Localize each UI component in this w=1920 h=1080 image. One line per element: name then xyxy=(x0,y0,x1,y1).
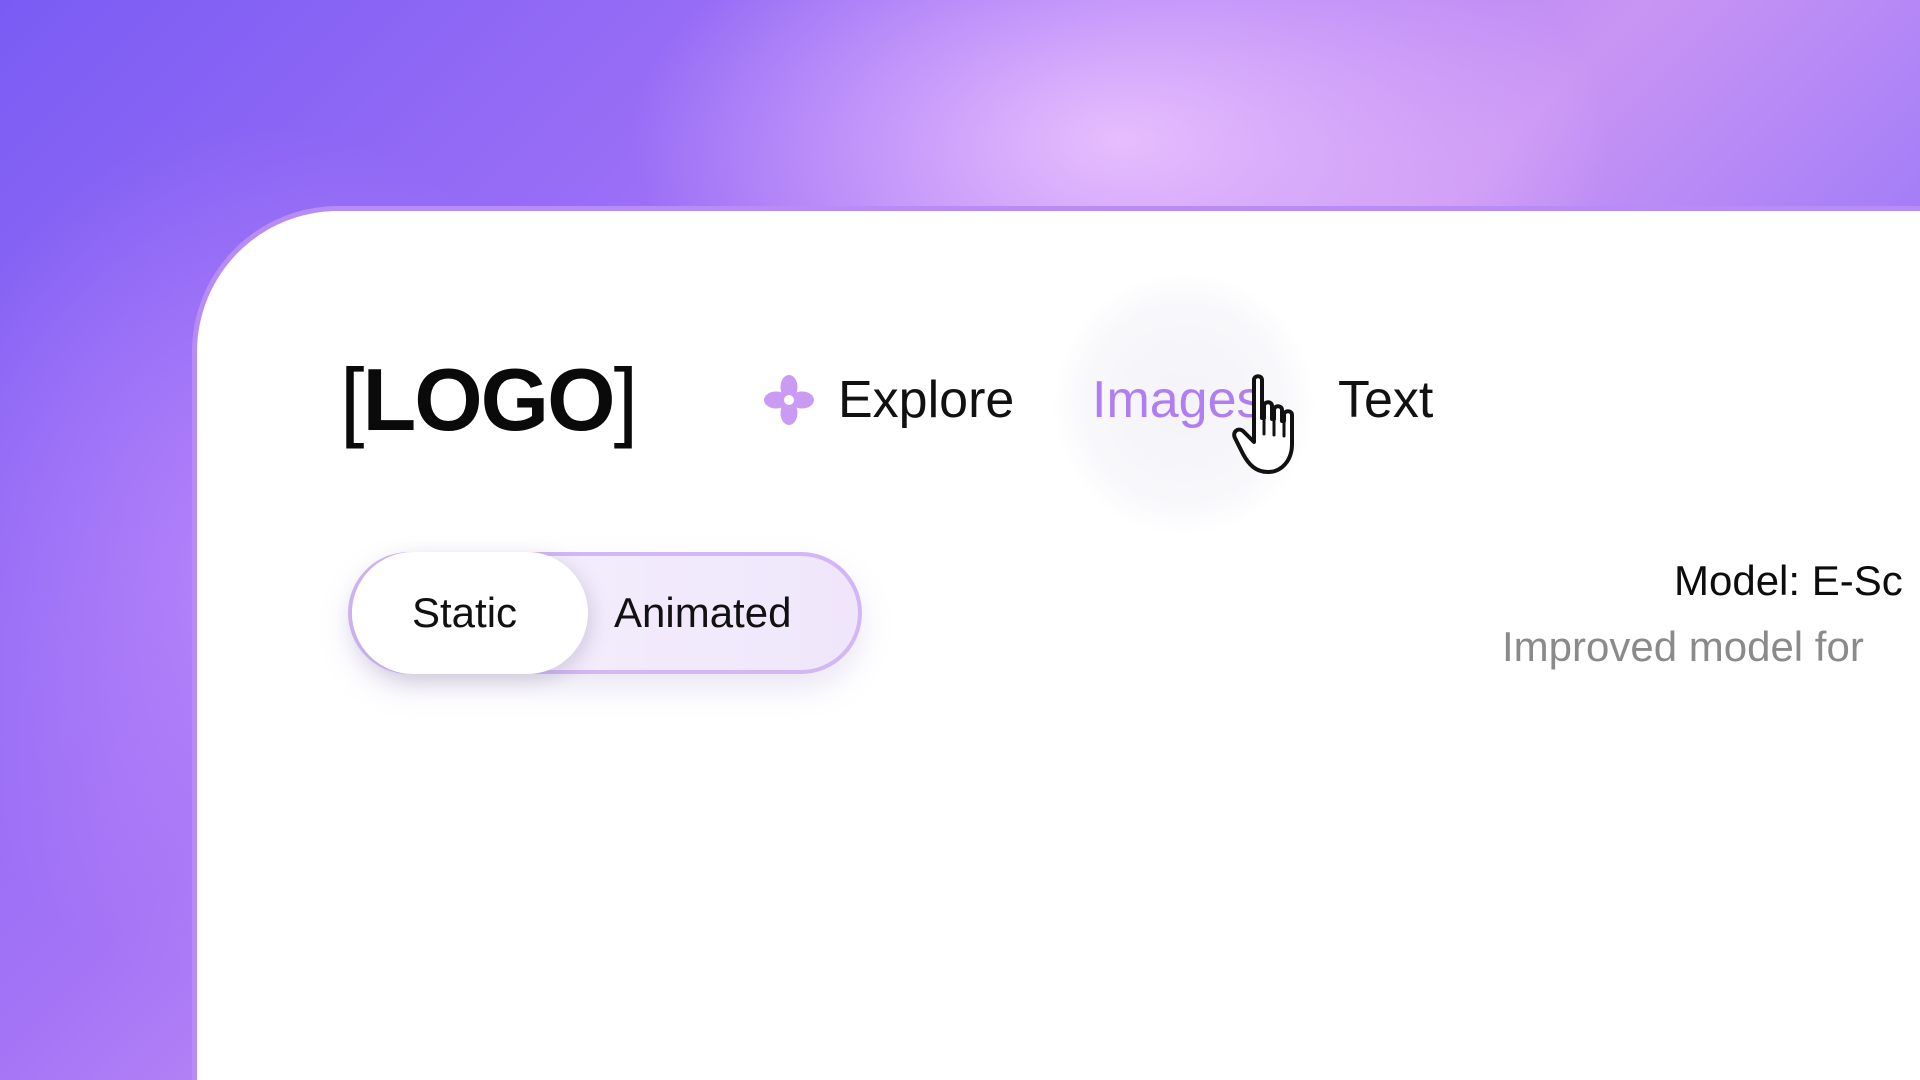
nav-item-label: Text xyxy=(1338,371,1434,429)
toggle-label-static[interactable]: Static xyxy=(412,584,517,642)
model-description: Improved model for xyxy=(1502,623,1864,670)
flower-icon xyxy=(764,375,814,425)
nav-item-label: Explore xyxy=(838,371,1015,429)
static-animated-toggle[interactable]: Static Animated xyxy=(348,552,862,674)
logo[interactable]: [LOGO] xyxy=(340,350,638,450)
model-title: Model: E-Sc xyxy=(1674,557,1903,604)
logo-bracket-close: ] xyxy=(613,350,638,449)
hand-pointer-icon xyxy=(1232,374,1294,474)
logo-text: LOGO xyxy=(362,350,615,449)
screen: [LOGO] Explore Images Text Static Animat… xyxy=(0,0,1920,1080)
nav-item-explore[interactable]: Explore xyxy=(764,368,1014,432)
toggle-option-animated[interactable]: Animated xyxy=(614,584,791,642)
nav-item-text[interactable]: Text xyxy=(1338,368,1433,432)
logo-bracket-open: [ xyxy=(340,350,364,449)
